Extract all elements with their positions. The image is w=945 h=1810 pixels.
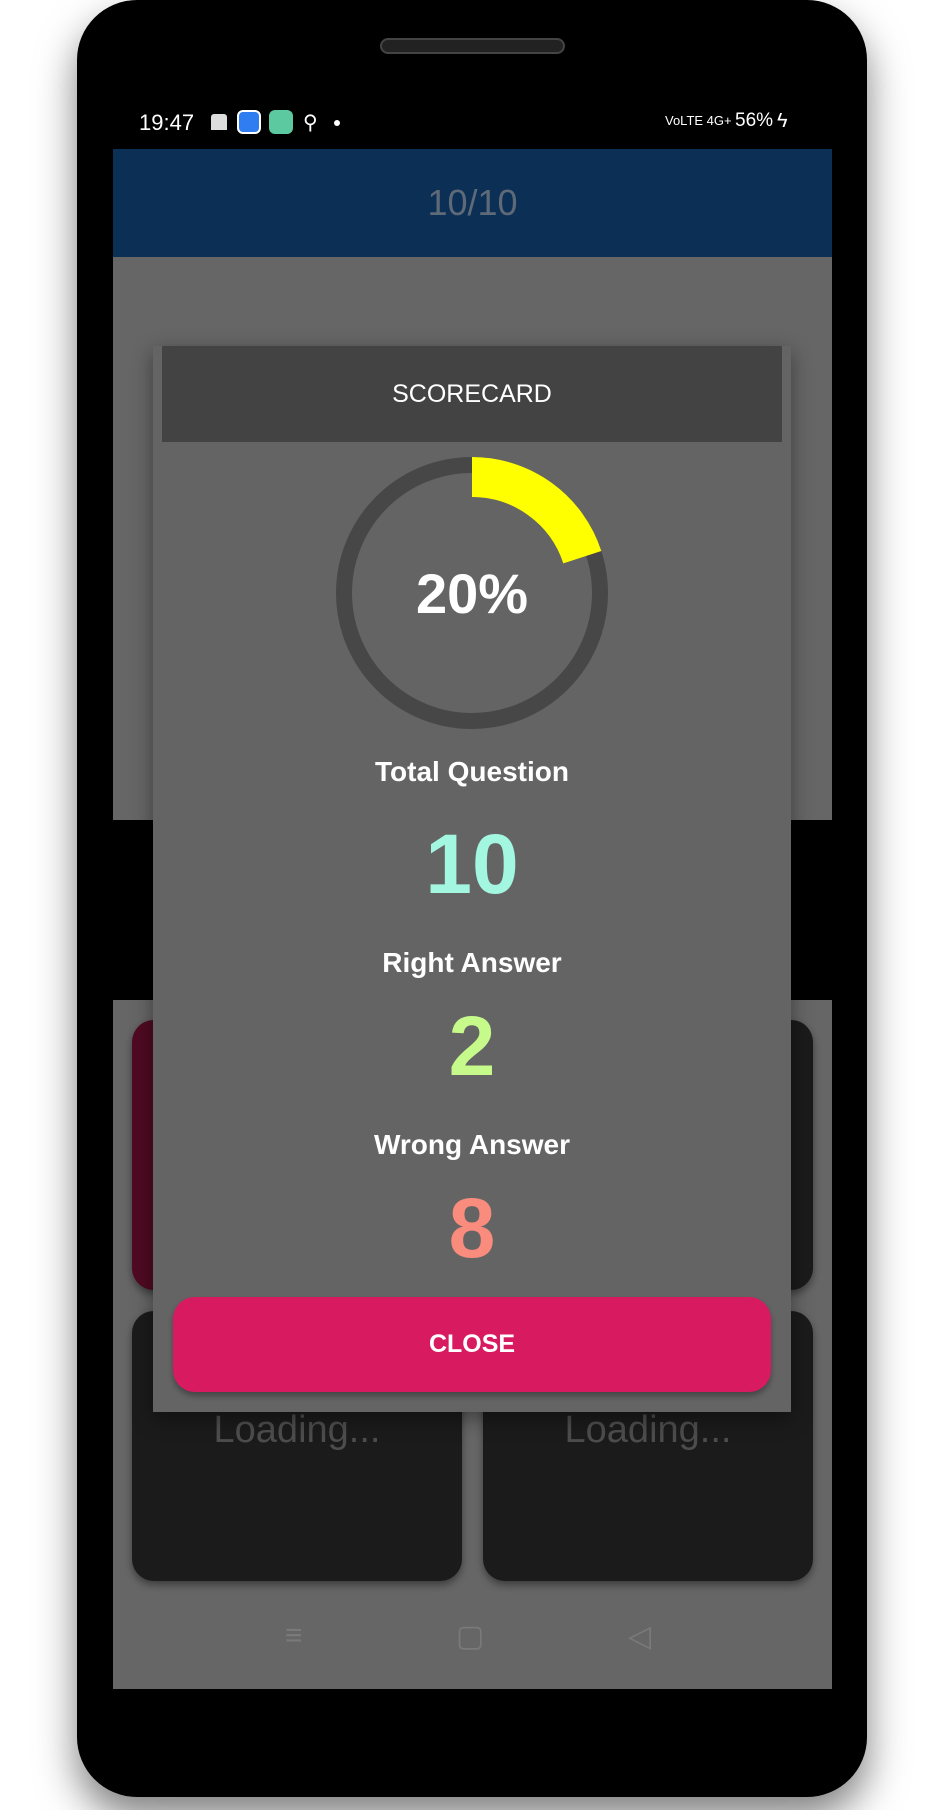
status-time: 19:47	[139, 110, 195, 135]
navigation-bar: ≡ ▢ ◁	[113, 1619, 832, 1669]
network-indicator: VoLTE 4G+	[665, 113, 732, 128]
progress-fill	[471, 457, 602, 564]
app-notification-icon	[237, 110, 261, 134]
total-question-label: Total Question	[375, 756, 569, 787]
location-icon: ⚲	[303, 112, 318, 134]
progress-percent: 20%	[416, 562, 528, 625]
charging-icon: ϟ	[777, 110, 788, 132]
store-icon	[211, 114, 227, 130]
more-notifications-dot-icon	[334, 120, 340, 126]
loading-text: Loading...	[564, 1409, 732, 1451]
question-counter: 10/10	[427, 182, 518, 223]
wrong-answer-value: 8	[448, 1181, 496, 1275]
battery-level: 56%	[735, 110, 774, 131]
close-button[interactable]: CLOSE	[173, 1297, 771, 1392]
app-notification-icon-2	[269, 110, 293, 134]
loading-text: Loading...	[213, 1409, 381, 1451]
home-icon[interactable]: ▢	[456, 1619, 484, 1654]
progress-ring: 20%	[336, 457, 608, 729]
recent-apps-icon[interactable]: ≡	[285, 1619, 303, 1653]
app-bar: 10/10	[113, 149, 832, 257]
right-answer-value: 2	[448, 999, 496, 1093]
total-question-value: 10	[425, 817, 519, 911]
scorecard-dialog: SCORECARD 20% Total Question 10 Right An…	[153, 346, 791, 1412]
dialog-title: SCORECARD	[162, 346, 782, 442]
right-answer-label: Right Answer	[382, 947, 562, 978]
speaker-grille	[380, 38, 565, 54]
status-bar: 19:47 ⚲ VoLTE 4G+ 56% ϟ	[113, 110, 832, 146]
back-icon[interactable]: ◁	[628, 1619, 651, 1654]
wrong-answer-label: Wrong Answer	[373, 1129, 570, 1160]
